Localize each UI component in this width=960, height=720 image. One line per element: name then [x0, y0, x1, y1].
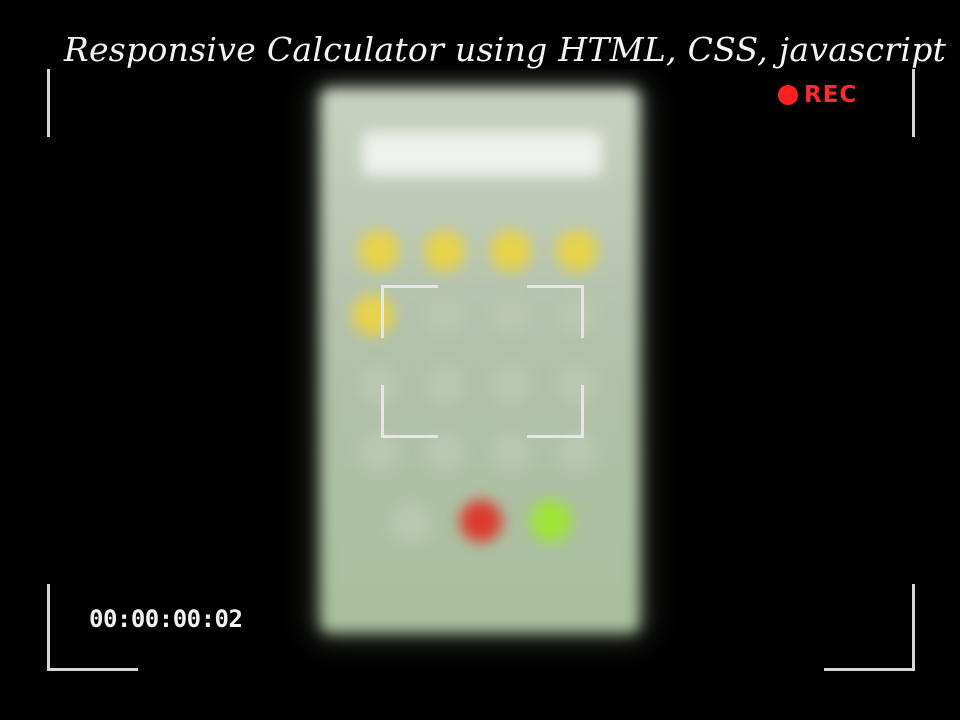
calculator-equals-key: [530, 500, 572, 542]
focus-bracket-top-left: [381, 285, 438, 338]
focus-bracket-bottom-left: [381, 385, 438, 438]
record-dot-icon: [778, 85, 798, 105]
video-title-text: Responsive Calculator using HTML, CSS, j…: [59, 30, 951, 69]
calculator-key: [358, 230, 400, 272]
calculator-key: [556, 230, 598, 272]
calculator-key: [490, 364, 532, 406]
rec-label: REC: [804, 82, 858, 108]
calculator-body: [320, 88, 640, 633]
calculator-display: [362, 132, 602, 176]
camera-viewfinder: Responsive Calculator using HTML, CSS, j…: [0, 0, 960, 720]
viewfinder-corner-bottom-right: [824, 584, 915, 671]
blurred-phone: [320, 88, 640, 633]
focus-bracket-bottom-right: [527, 385, 584, 438]
calculator-key: [390, 502, 432, 544]
timecode: 00:00:00:02: [89, 605, 243, 633]
rec-indicator: REC: [778, 81, 857, 109]
calculator-key: [424, 230, 466, 272]
video-title: Responsive Calculator using HTML, CSS, j…: [0, 30, 960, 69]
calculator-key: [490, 230, 532, 272]
focus-bracket-top-right: [527, 285, 584, 338]
calculator-key: [490, 294, 532, 336]
calculator-delete-key: [460, 500, 502, 542]
calculator-key: [490, 430, 532, 472]
